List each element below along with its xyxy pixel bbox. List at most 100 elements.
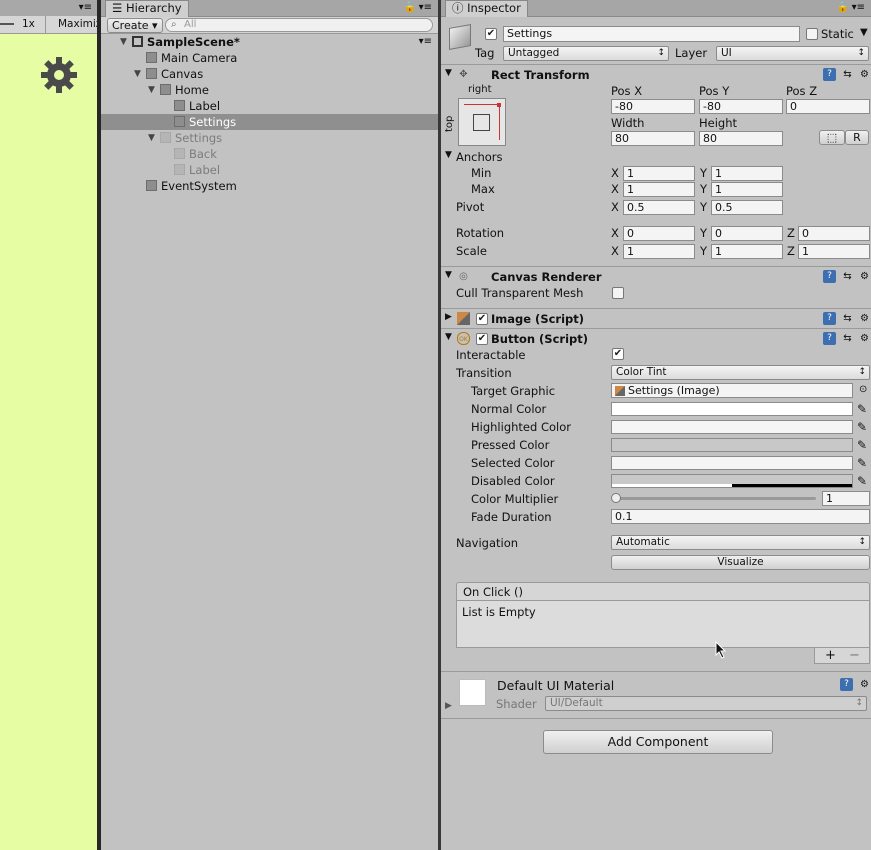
gear-icon[interactable]: ⚙ [858, 332, 871, 345]
search-input[interactable]: ⌕ All [165, 18, 433, 32]
hierarchy-item[interactable]: Label [101, 98, 438, 114]
pos-x-field[interactable]: -80 [611, 99, 695, 114]
help-icon[interactable]: ? [823, 68, 836, 81]
preset-icon[interactable]: ⇆ [841, 332, 854, 345]
anchor-min-y-field[interactable]: 1 [711, 166, 783, 181]
blueprint-mode-button[interactable]: ⬚ [819, 130, 845, 145]
tab-hierarchy[interactable]: ☰ Hierarchy [105, 0, 189, 17]
hierarchy-item[interactable]: ▼ Canvas [101, 66, 438, 82]
canvas-renderer-header[interactable]: ▼ ◎ Canvas Renderer ? ⇆ ⚙ [441, 266, 871, 286]
expand-arrow-icon[interactable]: ▼ [445, 68, 452, 78]
menu-icon[interactable]: ▾≡ [419, 34, 432, 50]
rotation-z-field[interactable]: 0 [798, 226, 870, 241]
shader-dropdown[interactable]: UI/Default [545, 696, 867, 711]
expand-arrow-icon[interactable]: ▼ [120, 34, 130, 50]
hierarchy-item[interactable]: ▼ Home [101, 82, 438, 98]
color-multiplier-field[interactable]: 1 [822, 491, 870, 506]
expand-arrow-icon[interactable]: ▼ [148, 82, 158, 98]
raw-edit-button[interactable]: R [845, 130, 869, 145]
pos-y-field[interactable]: -80 [699, 99, 783, 114]
hierarchy-item[interactable]: Settings [101, 114, 438, 130]
rotation-y-field[interactable]: 0 [711, 226, 783, 241]
anchor-min-x-field[interactable]: 1 [623, 166, 695, 181]
hierarchy-item[interactable]: Main Camera [101, 50, 438, 66]
button-header[interactable]: ▼ OK ✔ Button (Script) ? ⇆ ⚙ [441, 328, 871, 348]
scale-slider[interactable] [0, 23, 14, 25]
hierarchy-item[interactable]: Label [101, 162, 438, 178]
create-button[interactable]: Create ▾ [107, 18, 163, 33]
object-picker-icon[interactable]: ⊙ [859, 384, 867, 395]
expand-arrow-icon[interactable]: ▼ [445, 332, 452, 342]
expand-arrow-icon[interactable]: ▼ [134, 66, 144, 82]
rotation-x-field[interactable]: 0 [623, 226, 695, 241]
add-item-button[interactable]: + [825, 648, 836, 663]
preset-icon[interactable]: ⇆ [841, 68, 854, 81]
hierarchy-item[interactable]: EventSystem [101, 178, 438, 194]
static-checkbox[interactable] [806, 28, 818, 40]
active-checkbox[interactable]: ✔ [485, 28, 497, 40]
disabled-color-field[interactable] [611, 474, 853, 488]
add-component-button[interactable]: Add Component [543, 730, 773, 754]
fade-duration-field[interactable]: 0.1 [611, 509, 870, 524]
selected-color-field[interactable] [611, 456, 853, 470]
anchor-max-x-field[interactable]: 1 [623, 182, 695, 197]
remove-item-button[interactable]: − [849, 648, 860, 663]
anchor-preset-button[interactable] [458, 98, 506, 146]
preset-icon[interactable]: ⇆ [841, 312, 854, 325]
eyedropper-icon[interactable]: ✎ [857, 420, 869, 434]
expand-arrow-icon[interactable]: ▼ [445, 270, 452, 280]
preset-icon[interactable]: ⇆ [841, 270, 854, 283]
help-icon[interactable]: ? [840, 678, 853, 691]
scale-y-field[interactable]: 1 [711, 244, 783, 259]
expand-arrow-icon[interactable]: ▶ [445, 312, 452, 322]
menu-icon[interactable]: ▾≡ [852, 2, 865, 13]
layer-dropdown[interactable]: UI [716, 46, 869, 61]
transition-dropdown[interactable]: Color Tint [611, 365, 870, 380]
target-graphic-field[interactable]: Settings (Image) [611, 383, 853, 398]
hierarchy-item[interactable]: Back [101, 146, 438, 162]
scale-x-field[interactable]: 1 [623, 244, 695, 259]
pivot-y-field[interactable]: 0.5 [711, 200, 783, 215]
eyedropper-icon[interactable]: ✎ [857, 438, 869, 452]
image-enabled-checkbox[interactable]: ✔ [476, 313, 488, 325]
help-icon[interactable]: ? [823, 270, 836, 283]
gear-icon[interactable]: ⚙ [858, 312, 871, 325]
gear-icon[interactable]: ⚙ [858, 678, 871, 691]
gear-icon[interactable]: ⚙ [858, 68, 871, 81]
anchor-max-y-field[interactable]: 1 [711, 182, 783, 197]
pos-z-field[interactable]: 0 [786, 99, 870, 114]
pivot-x-field[interactable]: 0.5 [623, 200, 695, 215]
lock-icon[interactable]: 🔒 [837, 2, 849, 13]
hierarchy-item[interactable]: ▼ SampleScene* ▾≡ [101, 34, 438, 50]
navigation-dropdown[interactable]: Automatic [611, 535, 870, 550]
help-icon[interactable]: ? [823, 332, 836, 345]
slider-thumb[interactable] [611, 493, 621, 503]
visualize-button[interactable]: Visualize [611, 555, 870, 570]
expand-arrow-icon[interactable]: ▼ [445, 150, 452, 160]
expand-arrow-icon[interactable]: ▶ [445, 701, 452, 711]
normal-color-field[interactable] [611, 402, 853, 416]
help-icon[interactable]: ? [823, 312, 836, 325]
color-multiplier-slider[interactable] [611, 493, 816, 503]
pressed-color-field[interactable] [611, 438, 853, 452]
cull-transparent-mesh-checkbox[interactable] [612, 287, 624, 299]
interactable-checkbox[interactable]: ✔ [612, 348, 624, 360]
eyedropper-icon[interactable]: ✎ [857, 456, 869, 470]
height-field[interactable]: 80 [699, 131, 783, 146]
rect-transform-header[interactable]: ▼ ✥ Rect Transform ? ⇆ ⚙ [441, 64, 871, 84]
gear-icon[interactable] [40, 56, 78, 94]
eyedropper-icon[interactable]: ✎ [857, 402, 869, 416]
lock-icon[interactable]: 🔒 [404, 2, 416, 13]
gear-icon[interactable]: ⚙ [858, 270, 871, 283]
maximize-button[interactable]: Maximiz [58, 18, 101, 30]
image-header[interactable]: ▶ ✔ Image (Script) ? ⇆ ⚙ [441, 308, 871, 328]
menu-icon[interactable]: ▾≡ [419, 2, 432, 13]
expand-arrow-icon[interactable]: ▼ [148, 130, 158, 146]
highlighted-color-field[interactable] [611, 420, 853, 434]
chevron-down-icon[interactable]: ▼ [860, 27, 868, 38]
tab-inspector[interactable]: ⓘ Inspector [445, 0, 528, 17]
tag-dropdown[interactable]: Untagged [503, 46, 669, 61]
scale-z-field[interactable]: 1 [798, 244, 870, 259]
menu-icon[interactable]: ▾≡ [79, 2, 92, 13]
eyedropper-icon[interactable]: ✎ [857, 474, 869, 488]
